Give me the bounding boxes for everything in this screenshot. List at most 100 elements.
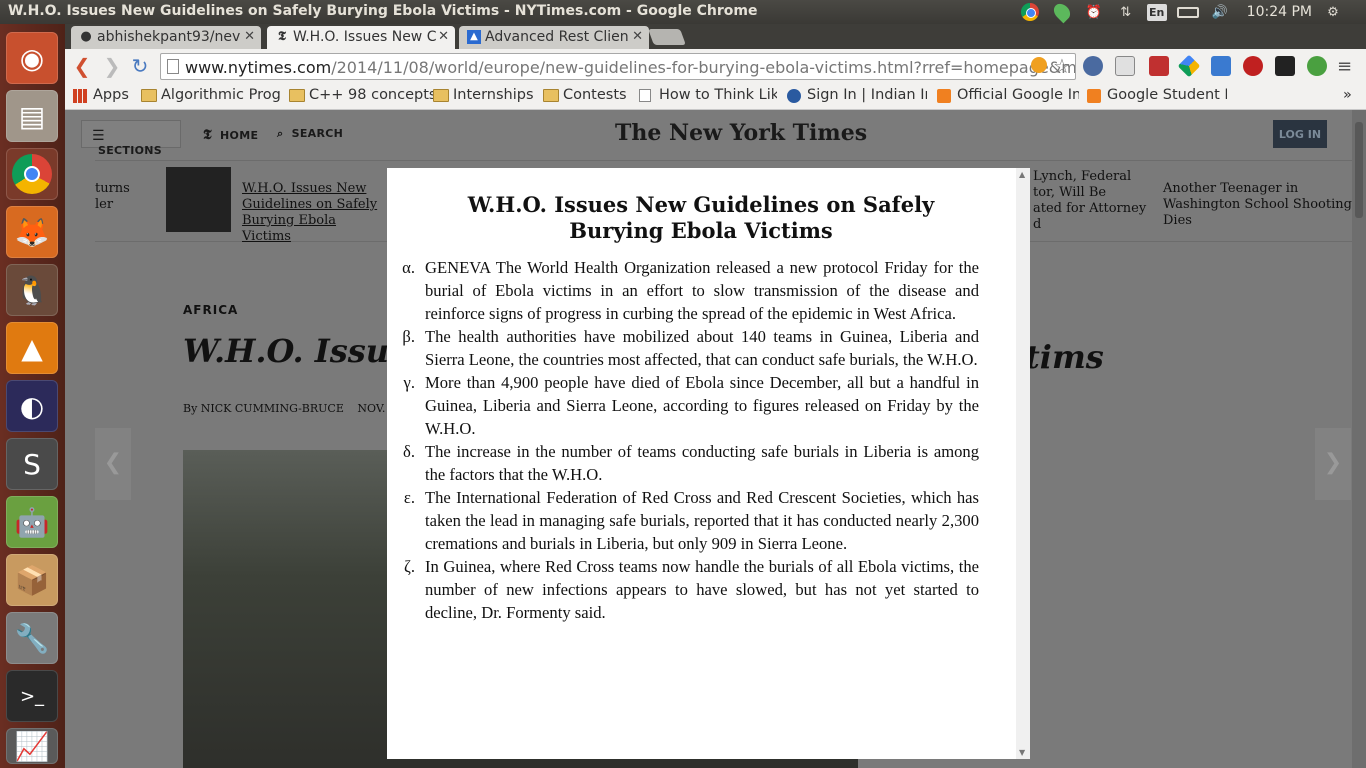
close-tab-icon[interactable]: ✕ (632, 29, 643, 44)
browser-toolbar: ❮ ❯ ↻ www.nytimes.com/2014/11/08/world/e… (65, 49, 1366, 84)
bookmark-contests[interactable]: Contests (543, 87, 627, 103)
reload-button[interactable]: ↻ (129, 55, 151, 77)
calendar-extension-icon[interactable] (1211, 56, 1231, 76)
folder-icon (289, 89, 305, 102)
login-button[interactable]: LOG IN (1273, 120, 1327, 148)
rss-icon[interactable] (1031, 57, 1047, 73)
unity-launcher: ◉ ▤ 🦊 🐧 ▲ ◐ S 🤖 📦 🔧 >_ 📈 (0, 24, 65, 768)
bookmark-star-icon[interactable]: ☆ (1053, 54, 1073, 78)
strip-item-left[interactable]: turns ler (95, 181, 135, 213)
tab-rest-client[interactable]: ▲ Advanced Rest Clien ✕ (459, 26, 649, 49)
clock[interactable]: 10:24 PM (1241, 3, 1312, 21)
battery-icon[interactable] (1176, 3, 1199, 21)
archive-manager-icon[interactable]: 📦 (6, 554, 58, 606)
search-button[interactable]: ⌕ SEARCH (267, 120, 353, 148)
folder-icon (141, 89, 157, 102)
power-gear-icon[interactable]: ⚙ (1322, 3, 1344, 21)
sections-button[interactable]: ☰ SECTIONS (81, 120, 181, 157)
download-extension-icon[interactable] (1115, 56, 1135, 76)
android-icon[interactable]: 🤖 (6, 496, 58, 548)
ubuntu-dash-icon[interactable]: ◉ (6, 32, 58, 84)
list-item: γ. More than 4,900 people have died of Eb… (403, 373, 979, 438)
tab-github[interactable]: ● abhishekpant93/nev ✕ (71, 26, 261, 49)
file-manager-icon[interactable]: ▤ (6, 90, 58, 142)
nyt-header: ☰ SECTIONS 𝕿 HOME ⌕ SEARCH The New York … (65, 110, 1355, 160)
nyt-t-icon: 𝕿 (203, 127, 212, 143)
back-button[interactable]: ❮ (71, 55, 93, 77)
article-headline-end: tims (1025, 338, 1104, 376)
strip-thumbnail[interactable] (166, 167, 231, 232)
bookmarks-overflow-icon[interactable]: » (1343, 87, 1352, 103)
network-transfer-icon[interactable]: ⇅ (1115, 3, 1137, 21)
list-item: ζ. In Guinea, where Red Cross teams now h… (403, 557, 979, 622)
list-item: α. GENEVA The World Health Organization r… (402, 258, 979, 323)
google-drive-icon[interactable] (1177, 54, 1201, 78)
summary-title: W.H.O. Issues New Guidelines on Safely B… (467, 192, 935, 243)
bookmark-google-student[interactable]: Google Student B (1087, 87, 1227, 103)
scroll-down-icon[interactable]: ▼ (1019, 748, 1025, 757)
system-settings-icon[interactable]: 🔧 (6, 612, 58, 664)
page-content: ☰ SECTIONS 𝕿 HOME ⌕ SEARCH The New York … (65, 110, 1366, 768)
eclipse-icon[interactable]: ◐ (6, 380, 58, 432)
nyt-icon: 𝕿 (278, 29, 286, 44)
evernote-tray-icon[interactable] (1050, 0, 1073, 24)
search-icon: ⌕ (277, 127, 284, 140)
forward-button[interactable]: ❯ (101, 55, 123, 77)
system-top-panel: W.H.O. Issues New Guidelines on Safely B… (0, 0, 1366, 24)
summary-popup: W.H.O. Issues New Guidelines on Safely B… (387, 168, 1030, 759)
page-scrollbar[interactable] (1352, 110, 1366, 768)
prev-article-arrow[interactable]: ❮ (95, 428, 131, 500)
github-icon: ● (80, 29, 92, 44)
chrome-menu-icon[interactable]: ≡ (1337, 56, 1357, 77)
strip-item-teenager[interactable]: Another Teenager in Washington School Sh… (1163, 181, 1363, 229)
bookmarks-bar: Apps Algorithmic Prog C++ 98 concepts In… (65, 84, 1366, 110)
sublime-text-icon[interactable]: S (6, 438, 58, 490)
page-icon (639, 89, 651, 102)
section-label[interactable]: AFRICA (183, 303, 238, 317)
address-bar[interactable]: www.nytimes.com/2014/11/08/world/europe/… (160, 53, 1076, 80)
close-tab-icon[interactable]: ✕ (244, 29, 255, 44)
system-monitor-icon[interactable]: 📈 (6, 728, 58, 764)
alarm-clock-icon[interactable]: ⏰ (1083, 3, 1105, 21)
chrome-launcher-icon[interactable] (6, 148, 58, 200)
next-article-arrow[interactable]: ❯ (1315, 428, 1351, 500)
pocket-extension-icon[interactable] (1275, 56, 1295, 76)
firefox-icon[interactable]: 🦊 (6, 206, 58, 258)
blogger-icon (1087, 89, 1101, 103)
strip-item-ebola[interactable]: W.H.O. Issues New Guidelines on Safely B… (242, 181, 382, 245)
list-item: ε. The International Federation of Red Cr… (403, 488, 979, 553)
bookmark-internships[interactable]: Internships (433, 87, 534, 103)
nyt-logo[interactable]: The New York Times (615, 120, 867, 146)
scroll-up-icon[interactable]: ▲ (1019, 170, 1025, 179)
folder-icon (543, 89, 559, 102)
bookmark-how-to-think[interactable]: How to Think Like (639, 87, 777, 103)
chrome-window: ● abhishekpant93/nev ✕ 𝕿 W.H.O. Issues N… (65, 24, 1366, 768)
popup-scrollbar[interactable]: ▲ ▼ (1016, 168, 1030, 759)
new-tab-button[interactable] (648, 29, 686, 45)
vlc-icon[interactable]: ▲ (6, 322, 58, 374)
bookmark-cpp-98-concepts[interactable]: C++ 98 concepts (289, 87, 436, 103)
evernote-extension-icon[interactable] (1307, 56, 1327, 76)
terminal-icon[interactable]: >_ (6, 670, 58, 722)
bookmark-official-google[interactable]: Official Google In (937, 87, 1079, 103)
pidgin-icon[interactable]: 🐧 (6, 264, 58, 316)
chrome-tray-icon[interactable] (1019, 3, 1041, 21)
page-icon (167, 59, 179, 74)
menu-icon: ☰ (92, 128, 105, 144)
rest-client-icon: ▲ (467, 30, 481, 44)
bookmark-algorithmic-prog[interactable]: Algorithmic Prog (141, 87, 281, 103)
site-icon (787, 89, 801, 103)
apps-icon (73, 89, 87, 103)
bookmark-red-extension-icon[interactable] (1149, 56, 1169, 76)
home-button[interactable]: 𝕿 HOME (193, 120, 268, 148)
adblock-extension-icon[interactable] (1243, 56, 1263, 76)
bookmark-sign-in-indian[interactable]: Sign In | Indian In (787, 87, 927, 103)
volume-icon[interactable]: 🔊 (1209, 3, 1231, 21)
globe-extension-icon[interactable] (1083, 56, 1103, 76)
system-tray: ⏰ ⇅ En 🔊 10:24 PM ⚙ (1019, 0, 1366, 24)
close-tab-icon[interactable]: ✕ (438, 29, 449, 44)
bookmark-apps[interactable]: Apps (73, 87, 129, 103)
tab-nytimes[interactable]: 𝕿 W.H.O. Issues New C ✕ (267, 26, 455, 49)
blogger-icon (937, 89, 951, 103)
keyboard-layout-indicator[interactable]: En (1146, 3, 1167, 21)
